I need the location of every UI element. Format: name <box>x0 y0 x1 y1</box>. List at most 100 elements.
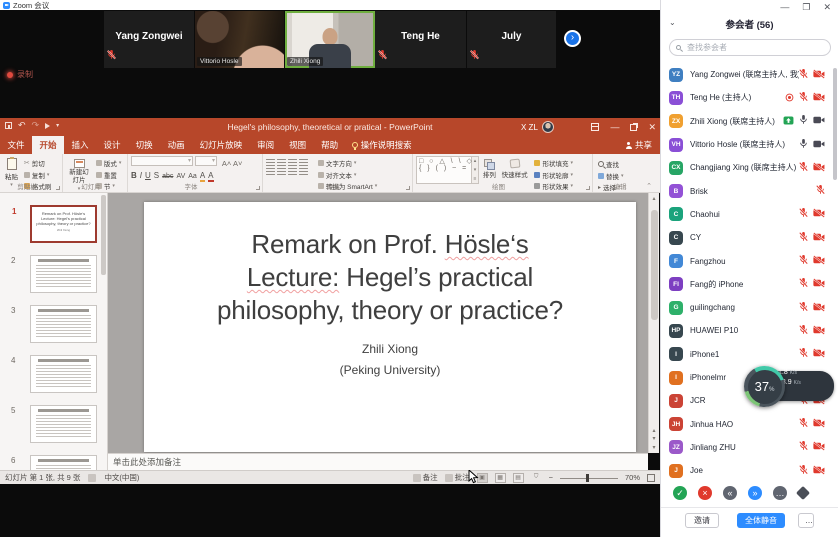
powerpoint-restore-button[interactable] <box>630 124 637 131</box>
redo-icon[interactable]: ↷ <box>32 120 40 131</box>
highlight-color-button[interactable]: A <box>200 171 205 181</box>
shapes-gallery-scroll[interactable]: ▴▾≡ <box>472 156 479 184</box>
font-name-combobox[interactable] <box>131 156 193 166</box>
slide-sorter-view-button[interactable]: ▦ <box>495 473 506 483</box>
shape-outline-button[interactable]: 形状轮廓▾ <box>534 170 573 180</box>
network-monitor-widget[interactable]: 1.8 K/s 23.9 K/s 37 % <box>744 366 836 408</box>
participant-row[interactable]: BBrisk <box>661 179 833 202</box>
find-button[interactable]: 查找 <box>598 159 624 169</box>
underline-button[interactable]: U <box>145 171 151 180</box>
tab-设计[interactable]: 设计 <box>96 136 128 154</box>
arrange-button[interactable]: 排列 <box>481 156 498 180</box>
video-tile-yang-zongwei[interactable]: Yang Zongwei <box>104 11 195 68</box>
text-direction-button[interactable]: 文字方向▾ <box>318 158 377 168</box>
font-size-combobox[interactable] <box>195 156 217 166</box>
quick-styles-button[interactable]: 快速样式 <box>500 156 530 180</box>
shrink-font-icon[interactable]: A˅ <box>233 159 242 168</box>
tab-开始[interactable]: 开始 <box>32 136 64 154</box>
notes-toggle[interactable]: 备注 <box>413 472 438 483</box>
copy-button[interactable]: 复制▾ <box>24 170 52 180</box>
cut-button[interactable]: ✂剪切 <box>24 158 52 168</box>
tell-me-box[interactable]: 操作说明搜索 <box>346 136 418 154</box>
tab-帮助[interactable]: 帮助 <box>314 136 346 154</box>
participant-row[interactable]: CXChangjiang Xing (联席主持人) <box>661 156 833 179</box>
shapes-gallery[interactable]: □ ○ △ \ \ ◇ { } ( ) ~ = <box>416 156 472 184</box>
tab-幻灯片放映[interactable]: 幻灯片放映 <box>192 136 250 154</box>
participant-row[interactable]: CChaohui <box>661 203 833 226</box>
slide-number-status[interactable]: 幻灯片 第 1 张, 共 9 张 <box>5 472 80 483</box>
participant-row[interactable]: CCY <box>661 226 833 249</box>
tab-动画[interactable]: 动画 <box>160 136 192 154</box>
qat-customize-caret[interactable]: ▾ <box>56 122 59 129</box>
reading-view-button[interactable]: ▤ <box>513 473 524 483</box>
video-tile-vittorio-hosle[interactable]: Vittorio Hosle <box>195 11 285 68</box>
font-color-button[interactable]: A <box>208 171 213 181</box>
paragraph-icon-grid[interactable] <box>266 158 310 176</box>
canvas-scrollbar-thumb[interactable] <box>651 210 658 320</box>
slide-thumbnail-5[interactable]: 5 <box>30 405 97 443</box>
feedback-diamond-button[interactable] <box>796 486 810 500</box>
participant-row[interactable]: Gguilingchang <box>661 296 833 319</box>
mute-all-button[interactable]: 全体静音 <box>737 513 785 528</box>
participant-search-box[interactable] <box>669 39 831 56</box>
clipboard-dialog-launcher[interactable] <box>56 186 60 190</box>
slide-title[interactable]: Remark on Prof. Hösle‘sLecture: Hegel’s … <box>155 228 625 326</box>
participant-row[interactable]: FIFang的 iPhone <box>661 273 833 296</box>
slide-thumbnail-1[interactable]: 1Remark on Prof. Hösle‘s Lecture: Hegel’… <box>30 205 97 243</box>
character-spacing-button[interactable]: AV <box>176 173 185 180</box>
slide-thumbnail-4[interactable]: 4 <box>30 355 97 393</box>
slide[interactable]: Remark on Prof. Hösle‘sLecture: Hegel’s … <box>144 202 636 452</box>
tab-插入[interactable]: 插入 <box>64 136 96 154</box>
drawing-dialog-launcher[interactable] <box>586 186 590 190</box>
replace-button[interactable]: 替换▾ <box>598 171 624 181</box>
slide-thumbnail-6[interactable]: 6 <box>30 455 97 470</box>
video-tile-teng-he[interactable]: Teng He <box>375 11 467 68</box>
canvas-scrollbar[interactable]: ▴ ▴▾▾ <box>648 193 659 453</box>
feedback-yes-button[interactable]: ✓ <box>673 486 687 500</box>
invite-button[interactable]: 邀请 <box>685 513 719 528</box>
slide-affiliation[interactable]: (Peking University) <box>144 363 636 377</box>
video-tile-july[interactable]: July <box>467 11 557 68</box>
tab-切换[interactable]: 切换 <box>128 136 160 154</box>
zoom-percentage[interactable]: 70% <box>625 473 640 482</box>
notes-pane[interactable]: 单击此处添加备注 <box>108 453 648 470</box>
bold-button[interactable]: B <box>131 171 137 180</box>
powerpoint-close-button[interactable]: ✕ <box>648 122 656 133</box>
participant-row[interactable]: JHJinhua HAO <box>661 412 833 435</box>
account-avatar[interactable] <box>542 121 554 133</box>
participant-list-scrollbar[interactable] <box>833 68 837 180</box>
comments-toggle[interactable]: 批注 <box>445 472 470 483</box>
slideshow-view-button[interactable]: ⛉ <box>531 473 542 483</box>
fit-to-window-icon[interactable] <box>647 474 655 482</box>
change-case-button[interactable]: Aa <box>188 173 197 180</box>
panel-close-button[interactable]: ✕ <box>823 2 831 13</box>
slide-author[interactable]: Zhili Xiong <box>144 342 636 356</box>
italic-button[interactable]: I <box>140 171 142 180</box>
spell-check-icon[interactable] <box>88 474 96 482</box>
participant-row[interactable]: HPHUAWEI P10 <box>661 319 833 342</box>
panel-restore-button[interactable]: ❐ <box>802 2 810 13</box>
video-tile-zhili-xiong[interactable]: Zhili Xiong <box>285 11 375 68</box>
ribbon-display-options-icon[interactable] <box>591 123 599 131</box>
more-videos-button[interactable]: › <box>564 30 581 47</box>
tab-视图[interactable]: 视图 <box>282 136 314 154</box>
strikethrough-button[interactable]: abc <box>162 173 173 180</box>
feedback-faster-button[interactable]: » <box>748 486 762 500</box>
zoom-out-button[interactable]: − <box>549 473 553 482</box>
paragraph-dialog-launcher[interactable] <box>406 186 410 190</box>
undo-icon[interactable]: ↶ <box>18 120 26 131</box>
participant-row[interactable]: FFangzhou <box>661 249 833 272</box>
slide-thumbnail-2[interactable]: 2 <box>30 255 97 293</box>
slide-thumbnail-3[interactable]: 3 <box>30 305 97 343</box>
participant-row[interactable]: JJoe <box>661 459 833 482</box>
participant-row[interactable]: YZYang Zongwei (联席主持人, 我) <box>661 63 833 86</box>
participant-row[interactable]: VHVittorio Hosle (联席主持人) <box>661 133 833 156</box>
panel-more-button[interactable]: … <box>798 513 814 528</box>
save-icon[interactable] <box>5 122 12 129</box>
powerpoint-minimize-button[interactable]: — <box>610 122 619 132</box>
zoom-slider-knob[interactable] <box>586 474 589 482</box>
layout-button[interactable]: 版式▾ <box>96 158 122 168</box>
feedback-slower-button[interactable]: « <box>723 486 737 500</box>
participant-row[interactable]: ZXZhili Xiong (联席主持人) <box>661 110 833 133</box>
participant-row[interactable]: IiPhone1 <box>661 343 833 366</box>
